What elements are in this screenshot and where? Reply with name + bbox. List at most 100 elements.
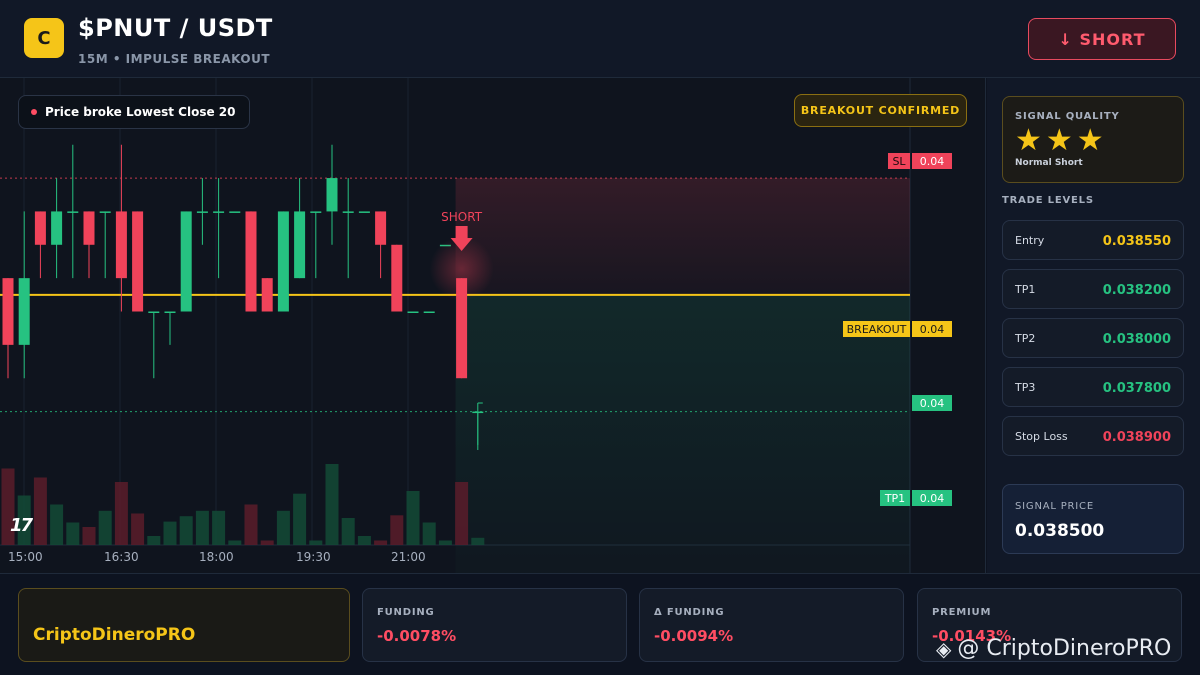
- watermark-text: @ CriptoDineroPRO: [957, 636, 1172, 661]
- volume-bar: [309, 540, 323, 545]
- candle-body: [213, 211, 225, 213]
- stop-loss-zone: [455, 178, 910, 295]
- breakout-confirmed-badge: BREAKOUT CONFIRMED: [794, 94, 967, 127]
- delta-funding-card: Δ FUNDING -0.0094%: [639, 588, 904, 662]
- time-label: 19:30: [296, 550, 331, 564]
- candle-body: [391, 244, 403, 312]
- candle-body: [83, 211, 95, 245]
- current-price-tag: 0.04: [912, 395, 952, 411]
- price-chart[interactable]: SHORT Price broke Lowest Close 20 BREAKO…: [0, 78, 986, 573]
- notice-text: Price broke Lowest Close 20: [45, 105, 236, 119]
- signal-price-label: SIGNAL PRICE: [1015, 501, 1094, 512]
- sl-tag-label: SL: [888, 153, 910, 169]
- volume-bar: [390, 515, 404, 545]
- signal-price-card: SIGNAL PRICE 0.038500: [1002, 484, 1184, 554]
- trade-level-label: TP2: [1015, 332, 1036, 345]
- tp1-tag-value: 0.04: [912, 490, 952, 506]
- breakout-tag-label: BREAKOUT: [843, 321, 910, 337]
- trade-level-row: TP1 0.038200: [1002, 269, 1184, 309]
- candle-body: [34, 211, 46, 245]
- candle-body: [245, 211, 257, 312]
- signal-price-value: 0.038500: [1015, 521, 1105, 541]
- volume-bar: [341, 518, 355, 545]
- time-label: 16:30: [104, 550, 139, 564]
- candle-body: [375, 211, 387, 245]
- metric-value: -0.0078%: [377, 627, 457, 645]
- breakout-notice: Price broke Lowest Close 20: [18, 95, 251, 129]
- volume-bar: [163, 521, 177, 545]
- signal-quality-label: SIGNAL QUALITY: [1015, 111, 1120, 122]
- volume-bar: [179, 516, 193, 545]
- volume-bar: [406, 491, 420, 545]
- trade-level-value: 0.038900: [1102, 430, 1171, 445]
- pair-logo-icon: C: [24, 18, 64, 58]
- tp1-tag-label: TP1: [880, 490, 910, 506]
- candle-body: [99, 211, 111, 213]
- volume-bar: [357, 536, 371, 545]
- candle-body: [51, 211, 63, 245]
- star-rating-icon: ★★★: [1015, 123, 1108, 158]
- volume-bar: [50, 504, 64, 545]
- metric-label: FUNDING: [377, 607, 435, 618]
- alert-dot-icon: [31, 109, 37, 115]
- volume-bar: [33, 477, 47, 545]
- volume-bar: [228, 540, 242, 545]
- volume-bar: [98, 510, 112, 545]
- chart-canvas: SHORT: [0, 78, 911, 573]
- short-button[interactable]: ↓ SHORT: [1028, 18, 1176, 60]
- candle-body: [115, 211, 127, 279]
- trade-level-value: 0.038000: [1102, 332, 1171, 347]
- take-profit-zone: [455, 294, 910, 573]
- candle-body: [261, 278, 273, 312]
- time-label: 21:00: [391, 550, 426, 564]
- trade-level-value: 0.038550: [1102, 234, 1171, 249]
- candle-body: [180, 211, 192, 312]
- candle-body: [18, 278, 30, 345]
- breakout-tag-value: 0.04: [912, 321, 952, 337]
- candle-body: [407, 311, 419, 313]
- candle-body: [310, 211, 322, 213]
- trade-level-row: Entry 0.038550: [1002, 220, 1184, 260]
- volume-bar: [212, 510, 226, 545]
- candle-body: [423, 311, 435, 313]
- watermark: ◈ @ CriptoDineroPRO: [936, 636, 1171, 661]
- candle-body: [326, 178, 338, 212]
- signal-quality-sub: Normal Short: [1015, 158, 1083, 168]
- brand-name: CriptoDineroPRO: [33, 625, 196, 645]
- volume-bar: [422, 522, 436, 545]
- metric-value: -0.0094%: [654, 627, 734, 645]
- volume-bar: [438, 540, 452, 545]
- trade-level-label: TP3: [1015, 381, 1036, 394]
- volume-bar: [147, 536, 161, 545]
- trade-level-row: Stop Loss 0.038900: [1002, 416, 1184, 456]
- volume-bar: [82, 527, 96, 545]
- time-label: 18:00: [199, 550, 234, 564]
- volume-bar: [260, 540, 274, 545]
- trade-level-value: 0.037800: [1102, 381, 1171, 396]
- candle-body: [294, 211, 306, 279]
- short-marker-label: SHORT: [441, 210, 483, 224]
- volume-bar: [325, 464, 339, 545]
- trade-level-row: TP3 0.037800: [1002, 367, 1184, 407]
- trade-level-label: Stop Loss: [1015, 430, 1068, 443]
- candle-body: [164, 311, 176, 313]
- binance-icon: ◈: [936, 636, 952, 661]
- volume-bar: [195, 510, 209, 545]
- time-label: 15:00: [8, 550, 43, 564]
- trade-level-label: Entry: [1015, 234, 1045, 247]
- candle-body: [196, 211, 208, 213]
- volume-bar: [114, 482, 128, 545]
- metric-label: PREMIUM: [932, 607, 992, 618]
- volume-bar: [131, 513, 145, 545]
- funding-card: FUNDING -0.0078%: [362, 588, 627, 662]
- volume-bar: [455, 482, 469, 545]
- volume-bar: [66, 522, 80, 545]
- volume-bar: [471, 537, 485, 545]
- trade-level-row: TP2 0.038000: [1002, 318, 1184, 358]
- trade-levels-title: TRADE LEVELS: [1002, 195, 1094, 206]
- candle-body: [67, 211, 79, 213]
- volume-bar: [276, 510, 290, 545]
- tradingview-logo-icon: 17: [10, 515, 33, 536]
- pair-subtitle: 15M • IMPULSE BREAKOUT: [78, 52, 271, 66]
- header: C $PNUT / USDT 15M • IMPULSE BREAKOUT ↓ …: [0, 0, 1200, 78]
